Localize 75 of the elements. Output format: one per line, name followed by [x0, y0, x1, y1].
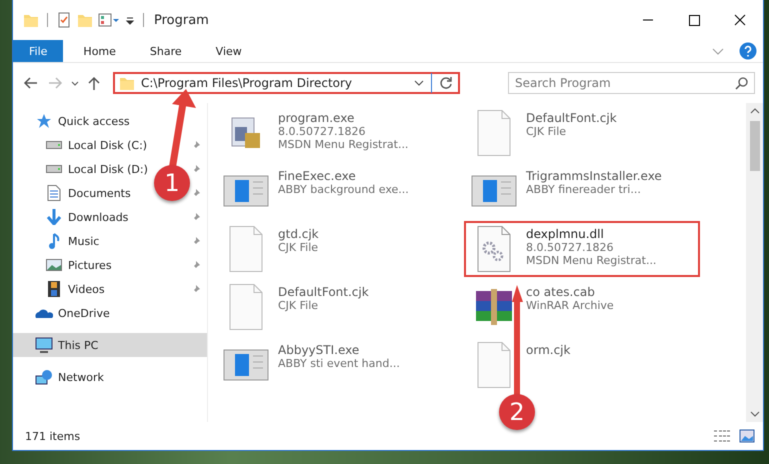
- sidebar-item[interactable]: Local Disk (D:): [13, 157, 152, 181]
- file-detail: ABBY background exe...: [278, 183, 409, 196]
- network-icon: [35, 369, 53, 385]
- file-name[interactable]: FineExec.exe: [278, 169, 409, 183]
- file-detail: ABBY sti event hand...: [278, 357, 400, 370]
- file-detail: CJK File: [526, 125, 568, 138]
- picture-icon: [46, 259, 62, 271]
- blank-file-icon: [477, 110, 511, 156]
- sidebar-item[interactable]: Music: [13, 229, 104, 253]
- drive-icon: [46, 165, 62, 173]
- ribbon-tab[interactable]: Share: [136, 40, 196, 62]
- sidebar-item[interactable]: Pictures: [13, 253, 116, 277]
- folder-icon: [23, 12, 39, 28]
- ribbon-tab[interactable]: File: [13, 40, 64, 62]
- archive-books-icon: [474, 289, 514, 325]
- file-name[interactable]: dexplmnu.dll: [526, 227, 656, 241]
- address-bar[interactable]: C:\Program Files\Program Directory: [113, 72, 460, 94]
- sidebar-item[interactable]: Downloads: [13, 205, 132, 229]
- search-icon: [735, 76, 749, 90]
- folder-icon: [119, 75, 135, 91]
- help-icon[interactable]: [739, 42, 757, 60]
- file-detail: MSDN Menu Registrat...: [278, 138, 408, 151]
- star-icon: [35, 113, 53, 129]
- blank-file-icon: [229, 284, 263, 330]
- application-window-icon: [471, 175, 517, 207]
- file-name[interactable]: gtd.cjk: [278, 227, 319, 241]
- file-detail: ABBY finereader tri...: [526, 183, 642, 196]
- file-detail: CJK File: [278, 241, 319, 254]
- sidebar-item[interactable]: Videos: [13, 277, 109, 301]
- file-name[interactable]: DefaultFont.cjk: [526, 111, 617, 125]
- sidebar-item[interactable]: Local Disk (C:): [13, 133, 152, 157]
- file-detail: 8.0.50727.1826: [278, 125, 366, 138]
- cloud-icon: [35, 307, 53, 319]
- ribbon-tab[interactable]: Home: [69, 40, 130, 62]
- download-arrow-icon: [46, 209, 62, 225]
- drive-icon: [46, 141, 62, 149]
- file-name[interactable]: program.exe: [278, 111, 408, 125]
- application-window-icon: [223, 349, 269, 381]
- scroll-thumb[interactable]: [750, 121, 760, 171]
- blank-file-icon: [229, 226, 263, 272]
- file-name[interactable]: DefaultFont.cjk: [278, 285, 369, 299]
- large-icons-view-icon[interactable]: [739, 429, 755, 443]
- refresh-icon[interactable]: [438, 75, 454, 91]
- address-path: C:\Program Files\Program Directory: [141, 76, 354, 90]
- window-title: Program: [154, 12, 209, 28]
- file-name[interactable]: co ates.cab: [526, 285, 614, 299]
- view-options-icon[interactable]: [98, 12, 120, 28]
- file-detail: CJK File: [278, 299, 320, 312]
- sidebar-item[interactable]: OneDrive: [13, 301, 114, 325]
- gear-file-icon: [477, 226, 511, 272]
- file-detail: WinRAR Archive: [526, 299, 614, 312]
- music-note-icon: [48, 233, 60, 249]
- file-detail: MSDN Menu Registrat...: [526, 254, 656, 267]
- file-name[interactable]: TrigrammsInstaller.exe: [526, 169, 662, 183]
- file-name[interactable]: orm.cjk: [526, 343, 570, 357]
- file-detail: 8.0.50727.1826: [526, 241, 614, 254]
- sidebar-item[interactable]: Quick access: [13, 109, 134, 133]
- scroll-up-icon[interactable]: [750, 107, 760, 115]
- blank-file-icon: [477, 342, 511, 388]
- ribbon-tab[interactable]: View: [202, 40, 256, 62]
- document-icon: [47, 185, 61, 201]
- film-icon: [48, 281, 60, 297]
- scroll-down-icon[interactable]: [750, 410, 760, 418]
- file-name[interactable]: AbbyySTI.exe: [278, 343, 400, 357]
- application-window-icon: [223, 175, 269, 207]
- sidebar-item[interactable]: This PC: [13, 333, 207, 357]
- sidebar-item[interactable]: Documents: [13, 181, 135, 205]
- installer-icon: [231, 117, 261, 149]
- monitor-icon: [35, 337, 53, 353]
- scrollbar[interactable]: [746, 103, 763, 422]
- search-field[interactable]: Search Program: [508, 72, 755, 94]
- details-view-icon[interactable]: [713, 429, 731, 443]
- properties-icon[interactable]: [56, 12, 72, 28]
- item-count: 171 items: [25, 430, 80, 442]
- sidebar-item[interactable]: Network: [13, 365, 108, 389]
